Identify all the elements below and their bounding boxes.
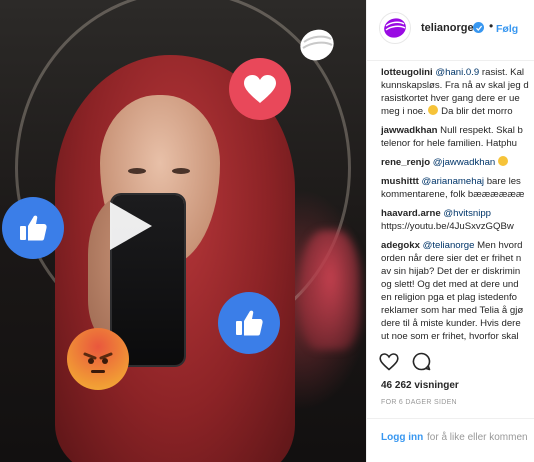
comment-line: jawwadkhan Null respekt. Skal b — [381, 124, 534, 137]
like-reaction-icon — [2, 197, 64, 259]
comment-line: og slett! Og det med at dere und — [381, 279, 519, 290]
smile-emoji-icon — [428, 105, 439, 115]
comment-mention[interactable]: @telianorge — [420, 240, 475, 251]
comment-line: kunnskapsløs. Fra nå av skal jeg d — [381, 80, 529, 91]
video-player[interactable] — [0, 0, 366, 462]
comment-username[interactable]: jawwadkhan — [381, 125, 438, 136]
comment-line: dere til å miste kunder. Hvis dere — [381, 318, 521, 329]
comment-line: telenor for hele familien. Hatphu — [381, 138, 517, 149]
comment-mention[interactable]: @hani.0.9 — [435, 67, 479, 78]
comment: haavard.arne @hvitsnipp https://youtu.be… — [381, 207, 534, 233]
view-count: 46 262 visninger — [381, 380, 459, 391]
follow-button[interactable]: Følg — [496, 23, 518, 35]
comment-mention[interactable]: @arianamehaj — [419, 176, 485, 187]
comment-line: meg i noe. Da blir det morro — [381, 105, 534, 118]
comment-line: reklamer som har med Telia å gjø — [381, 305, 524, 316]
account-username[interactable]: telianorge — [421, 22, 474, 34]
comment-text: meg i noe. — [381, 106, 429, 117]
comment-text: Da blir det morro — [438, 106, 513, 117]
comment: lotteugolini @hani.0.9 rasist. Kal kunns… — [381, 66, 534, 118]
comment-username[interactable]: rene_renjo — [381, 157, 430, 168]
comment: jawwadkhan Null respekt. Skal b telenor … — [381, 124, 534, 150]
angry-reaction-icon — [67, 328, 129, 390]
comment-username[interactable]: lotteugolini — [381, 67, 433, 78]
comment-line: en religion pga et plag istedenfo — [381, 292, 518, 303]
comment-username[interactable]: adegokx — [381, 240, 420, 251]
comment-text: Men hvord — [474, 240, 523, 251]
comment-line: haavard.arne @hvitsnipp — [381, 207, 534, 220]
comment-mention[interactable]: @hvitsnipp — [441, 208, 491, 219]
right-eye — [172, 168, 190, 174]
comment-line: adegokx @telianorge Men hvord — [381, 239, 534, 252]
comment-line: lotteugolini @hani.0.9 rasist. Kal — [381, 66, 534, 79]
comment-line: av sin hijab? Det der er diskrimin — [381, 266, 521, 277]
play-icon[interactable] — [110, 202, 152, 250]
comment-line: mushittt @arianamehaj bare les — [381, 175, 534, 188]
comment-link[interactable]: https://youtu.be/4JuSxvzGQBw — [381, 220, 534, 233]
comment-username[interactable]: mushittt — [381, 176, 419, 187]
login-link[interactable]: Logg inn — [381, 432, 423, 443]
comment: rene_renjo @jawwadkhan — [381, 156, 534, 169]
comment-line: ut noe som er frihet, hvorfor skal — [381, 331, 519, 342]
login-prompt-text: for å like eller kommen — [427, 432, 528, 443]
comment-text: rasist. Kal — [479, 67, 525, 78]
comment-username[interactable]: haavard.arne — [381, 208, 441, 219]
post-header: telianorge • Følg — [367, 0, 534, 61]
comment-list: lotteugolini @hani.0.9 rasist. Kal kunns… — [381, 66, 534, 349]
comment-line: rene_renjo @jawwadkhan — [381, 156, 534, 169]
comment-text: bare les — [484, 176, 521, 187]
avatar[interactable] — [379, 12, 411, 44]
comment-line: rasistkortet hver gang dere er ue — [381, 93, 520, 104]
left-eye — [128, 168, 146, 174]
post-timestamp: FOR 6 DAGER SIDEN — [381, 399, 457, 406]
verified-badge-icon — [473, 22, 484, 33]
comment-text: Null respekt. Skal b — [437, 125, 523, 136]
comment: mushittt @arianamehaj bare les kommentar… — [381, 175, 534, 201]
like-heart-icon[interactable] — [379, 353, 399, 376]
comment-mention[interactable]: @jawwadkhan — [430, 157, 496, 168]
comment-line: kommentarene, folk bææææææ — [381, 189, 525, 200]
comment-line: orden når dere sier det er frihet n — [381, 253, 522, 264]
separator-dot: • — [489, 19, 494, 33]
like-reaction-icon — [218, 292, 280, 354]
login-bar: Logg inn for å like eller kommen — [367, 418, 534, 462]
telia-logo-icon — [298, 26, 336, 64]
action-bar — [379, 352, 440, 376]
smile-emoji-icon — [497, 156, 508, 166]
comment-bubble-icon[interactable] — [412, 352, 431, 376]
post-sidebar: telianorge • Følg lotteugolini @hani.0.9… — [366, 0, 534, 462]
heart-reaction-icon — [229, 58, 291, 120]
background-reflection — [300, 230, 360, 350]
comment: adegokx @telianorge Men hvord orden når … — [381, 239, 534, 343]
